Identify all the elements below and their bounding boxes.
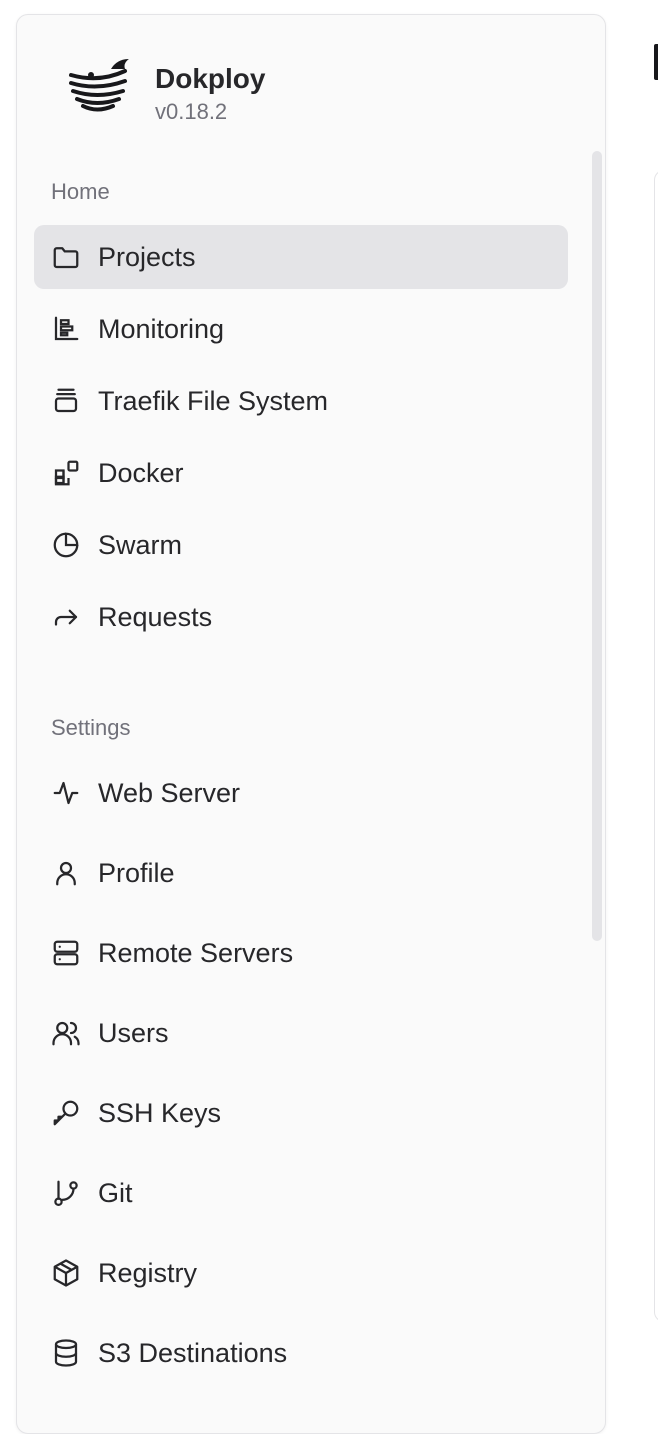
section-label-settings: Settings — [51, 715, 131, 740]
sidebar-item-users[interactable]: Users — [34, 1001, 568, 1065]
activity-icon — [50, 777, 82, 809]
sidebar-item-projects[interactable]: Projects — [34, 225, 568, 289]
package-icon — [50, 1257, 82, 1289]
sidebar: Dokploy v0.18.2 Home Projects Monitoring… — [16, 14, 606, 1434]
sidebar-item-label: Projects — [98, 241, 196, 272]
sidebar-item-traefik-file-system[interactable]: Traefik File System — [34, 369, 568, 433]
sidebar-item-git[interactable]: Git — [34, 1161, 568, 1225]
sidebar-item-label: Requests — [98, 601, 213, 632]
sidebar-scrollbar[interactable] — [592, 151, 602, 941]
layers-icon — [50, 385, 82, 417]
main-content-panel-edge — [654, 170, 658, 1322]
sidebar-item-label: Docker — [98, 457, 184, 488]
folder-icon — [50, 241, 82, 273]
database-icon — [50, 1337, 82, 1369]
sidebar-item-label: Web Server — [98, 777, 241, 808]
sidebar-item-requests[interactable]: Requests — [34, 585, 568, 649]
sidebar-item-docker[interactable]: Docker — [34, 441, 568, 505]
sidebar-item-label: Users — [98, 1017, 169, 1048]
users-icon — [50, 1017, 82, 1049]
sidebar-item-label: Registry — [98, 1257, 198, 1288]
sidebar-item-label: Remote Servers — [98, 937, 294, 968]
dokploy-logo-icon — [69, 59, 129, 112]
sidebar-item-label: S3 Destinations — [98, 1337, 288, 1368]
app-version: v0.18.2 — [155, 99, 228, 124]
sidebar-item-label: Monitoring — [98, 313, 225, 344]
sidebar-item-swarm[interactable]: Swarm — [34, 513, 568, 577]
pie-chart-icon — [50, 529, 82, 561]
server-icon — [50, 937, 82, 969]
sidebar-item-label: Traefik File System — [98, 385, 329, 416]
sidebar-item-label: Swarm — [98, 529, 183, 560]
sidebar-item-label: Profile — [98, 857, 175, 888]
sidebar-item-remote-servers[interactable]: Remote Servers — [34, 921, 568, 985]
app-name: Dokploy — [155, 63, 266, 94]
sidebar-item-label: SSH Keys — [98, 1097, 222, 1128]
sidebar-item-web-server[interactable]: Web Server — [34, 761, 568, 825]
sidebar-item-monitoring[interactable]: Monitoring — [34, 297, 568, 361]
section-label-home: Home — [51, 179, 110, 204]
key-icon — [50, 1097, 82, 1129]
git-branch-icon — [50, 1177, 82, 1209]
forward-arrow-icon — [50, 601, 82, 633]
sidebar-item-profile[interactable]: Profile — [34, 841, 568, 905]
sidebar-item-ssh-keys[interactable]: SSH Keys — [34, 1081, 568, 1145]
sidebar-item-registry[interactable]: Registry — [34, 1241, 568, 1305]
bar-chart-icon — [50, 313, 82, 345]
sidebar-item-label: Git — [98, 1177, 133, 1208]
sidebar-item-s3-destinations[interactable]: S3 Destinations — [34, 1321, 568, 1385]
sidebar-toggle-edge[interactable] — [654, 44, 658, 80]
user-icon — [50, 857, 82, 889]
blocks-icon — [50, 457, 82, 489]
